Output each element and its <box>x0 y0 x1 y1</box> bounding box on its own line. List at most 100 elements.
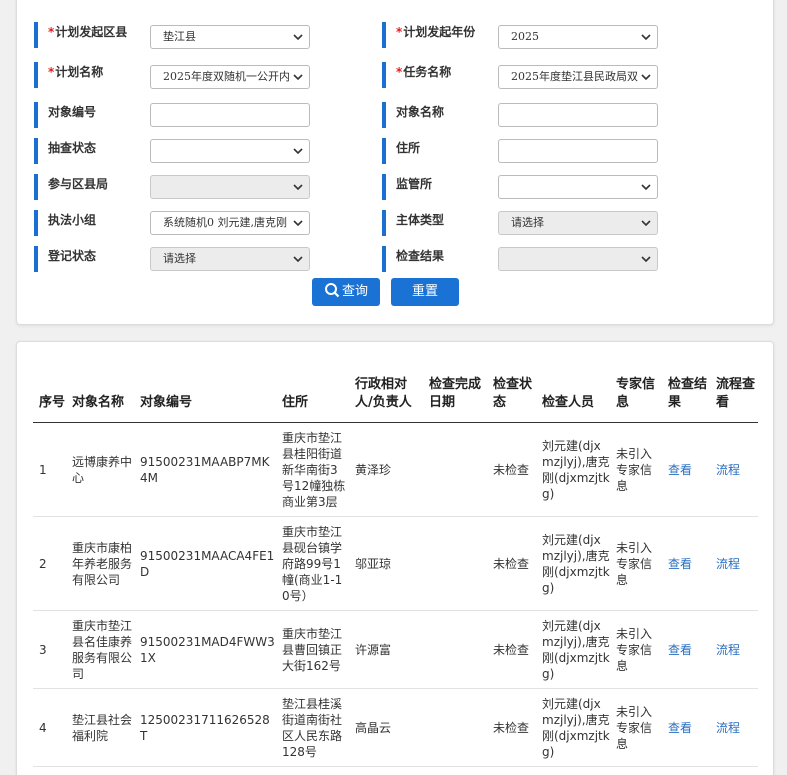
table-row: 3 重庆市垫江县名佳康养服务有限公司 91500231MAD4FWW31X 重庆… <box>33 610 758 689</box>
label-object-code: 对象编号 <box>34 102 96 128</box>
cell-object-code: 91500231MAACA4FE1D <box>134 516 276 611</box>
view-flow-link[interactable]: 流程 <box>710 422 758 517</box>
cell-check-status: 未检查 <box>487 422 536 517</box>
cell-person: 黄泽珍 <box>349 422 423 517</box>
search-icon <box>324 283 340 298</box>
view-flow-link[interactable]: 流程 <box>710 610 758 689</box>
label-plan-year: *计划发起年份 <box>382 22 475 48</box>
cell-person: 邬亚琼 <box>349 516 423 611</box>
cell-seq: 4 <box>33 688 66 767</box>
chevron-down-icon <box>641 184 651 191</box>
cell-inspector: 刘元建(djxmzjlyj),唐克刚(djxmzjtkg) <box>536 422 610 517</box>
cell-complete-date <box>423 610 487 689</box>
header-flow: 流程查看 <box>710 376 758 423</box>
label-entity-type: 主体类型 <box>382 210 444 236</box>
label-plan-county: *计划发起区县 <box>34 22 127 48</box>
search-panel: *计划发起区县 垫江县 *计划发起年份 2025 *计划名称 2025年度双随机… <box>16 0 774 325</box>
check-result-select[interactable] <box>498 247 658 271</box>
header-object-code: 对象编号 <box>134 376 276 423</box>
label-address: 住所 <box>382 138 420 164</box>
label-participating-county: 参与区县局 <box>34 174 108 200</box>
object-name-input[interactable] <box>498 103 658 127</box>
task-name-select[interactable]: 2025年度垫江县民政局双 <box>498 65 658 89</box>
header-check-result: 检查结果 <box>662 376 710 423</box>
chevron-down-icon <box>641 220 651 227</box>
cell-seq: 1 <box>33 422 66 517</box>
cell-complete-date <box>423 688 487 767</box>
cell-inspector: 刘元建(djxmzjlyj),唐克刚(djxmzjtkg) <box>536 610 610 689</box>
address-input[interactable] <box>498 139 658 163</box>
inspect-status-select[interactable] <box>150 139 310 163</box>
chevron-down-icon <box>293 184 303 191</box>
label-supervision-office: 监管所 <box>382 174 432 200</box>
header-address: 住所 <box>276 376 349 423</box>
label-object-name: 对象名称 <box>382 102 444 128</box>
view-result-link[interactable]: 查看 <box>662 688 710 767</box>
reset-button[interactable]: 重置 <box>391 278 459 306</box>
participating-county-select[interactable] <box>150 175 310 199</box>
chevron-down-icon <box>641 34 651 41</box>
table-row: 2 重庆市康柏年养老服务有限公司 91500231MAACA4FE1D 重庆市垫… <box>33 516 758 611</box>
cell-object-code: 12500231711626528T <box>134 688 276 767</box>
label-plan-name: *计划名称 <box>34 62 103 88</box>
view-result-link[interactable]: 查看 <box>662 422 710 517</box>
table-row: 4 垫江县社会福利院 12500231711626528T 垫江县桂溪街道南街社… <box>33 688 758 767</box>
chevron-down-icon <box>293 220 303 227</box>
view-result-link[interactable]: 查看 <box>662 610 710 689</box>
cell-seq: 3 <box>33 610 66 689</box>
cell-complete-date <box>423 422 487 517</box>
cell-expert: 未引入专家信息 <box>610 610 662 689</box>
table-header-row: 序号 对象名称 对象编号 住所 行政相对人/负责人 检查完成日期 检查状态 检查… <box>33 376 758 423</box>
cell-address: 重庆市垫江县砚台镇学府路99号1幢(商业1-10号） <box>276 516 349 611</box>
cell-expert: 未引入专家信息 <box>610 516 662 611</box>
supervision-office-select[interactable] <box>498 175 658 199</box>
cell-person: 高晶云 <box>349 688 423 767</box>
view-flow-link[interactable]: 流程 <box>710 688 758 767</box>
chevron-down-icon <box>293 74 303 81</box>
label-law-team: 执法小组 <box>34 210 96 236</box>
plan-county-select[interactable]: 垫江县 <box>150 25 310 49</box>
cell-address: 垫江县桂溪街道南街社区人民东路128号 <box>276 688 349 767</box>
cell-check-status: 未检查 <box>487 688 536 767</box>
header-seq: 序号 <box>33 376 66 423</box>
cell-object-name: 重庆市康柏年养老服务有限公司 <box>66 516 134 611</box>
cell-address: 重庆市垫江县曹回镇正大街162号 <box>276 610 349 689</box>
entity-type-select[interactable]: 请选择 <box>498 211 658 235</box>
header-complete-date: 检查完成日期 <box>423 376 487 423</box>
cell-object-name: 重庆市垫江县名佳康养服务有限公司 <box>66 610 134 689</box>
view-flow-link[interactable]: 流程 <box>710 516 758 611</box>
header-person: 行政相对人/负责人 <box>349 376 423 423</box>
cell-check-status: 未检查 <box>487 516 536 611</box>
cell-object-name: 远博康养中心 <box>66 422 134 517</box>
cell-expert: 未引入专家信息 <box>610 422 662 517</box>
header-expert: 专家信息 <box>610 376 662 423</box>
cell-address: 重庆市垫江县桂阳街道新华南街3号12幢独栋商业第3层 <box>276 422 349 517</box>
cell-inspector: 刘元建(djxmzjlyj),唐克刚(djxmzjtkg) <box>536 688 610 767</box>
label-register-status: 登记状态 <box>34 246 96 272</box>
cell-object-name: 垫江县社会福利院 <box>66 688 134 767</box>
query-button[interactable]: 查询 <box>312 278 380 306</box>
plan-year-select[interactable]: 2025 <box>498 25 658 49</box>
header-check-status: 检查状态 <box>487 376 536 423</box>
object-code-input[interactable] <box>150 103 310 127</box>
label-check-result: 检查结果 <box>382 246 444 272</box>
view-result-link[interactable]: 查看 <box>662 516 710 611</box>
cell-check-status: 未检查 <box>487 610 536 689</box>
cell-inspector: 刘元建(djxmzjlyj),唐克刚(djxmzjtkg) <box>536 516 610 611</box>
chevron-down-icon <box>293 34 303 41</box>
chevron-down-icon <box>293 256 303 263</box>
register-status-select[interactable]: 请选择 <box>150 247 310 271</box>
label-task-name: *任务名称 <box>382 62 451 88</box>
header-object-name: 对象名称 <box>66 376 134 423</box>
law-team-select[interactable]: 系统随机0 刘元建,唐克刚 <box>150 211 310 235</box>
cell-seq: 2 <box>33 516 66 611</box>
plan-name-select[interactable]: 2025年度双随机一公开内 <box>150 65 310 89</box>
results-panel: 序号 对象名称 对象编号 住所 行政相对人/负责人 检查完成日期 检查状态 检查… <box>16 341 774 775</box>
chevron-down-icon <box>641 256 651 263</box>
label-inspect-status: 抽查状态 <box>34 138 96 164</box>
cell-expert: 未引入专家信息 <box>610 688 662 767</box>
table-row: 1 远博康养中心 91500231MAABP7MK4M 重庆市垫江县桂阳街道新华… <box>33 422 758 517</box>
cell-object-code: 91500231MAABP7MK4M <box>134 422 276 517</box>
chevron-down-icon <box>293 148 303 155</box>
cell-complete-date <box>423 516 487 611</box>
